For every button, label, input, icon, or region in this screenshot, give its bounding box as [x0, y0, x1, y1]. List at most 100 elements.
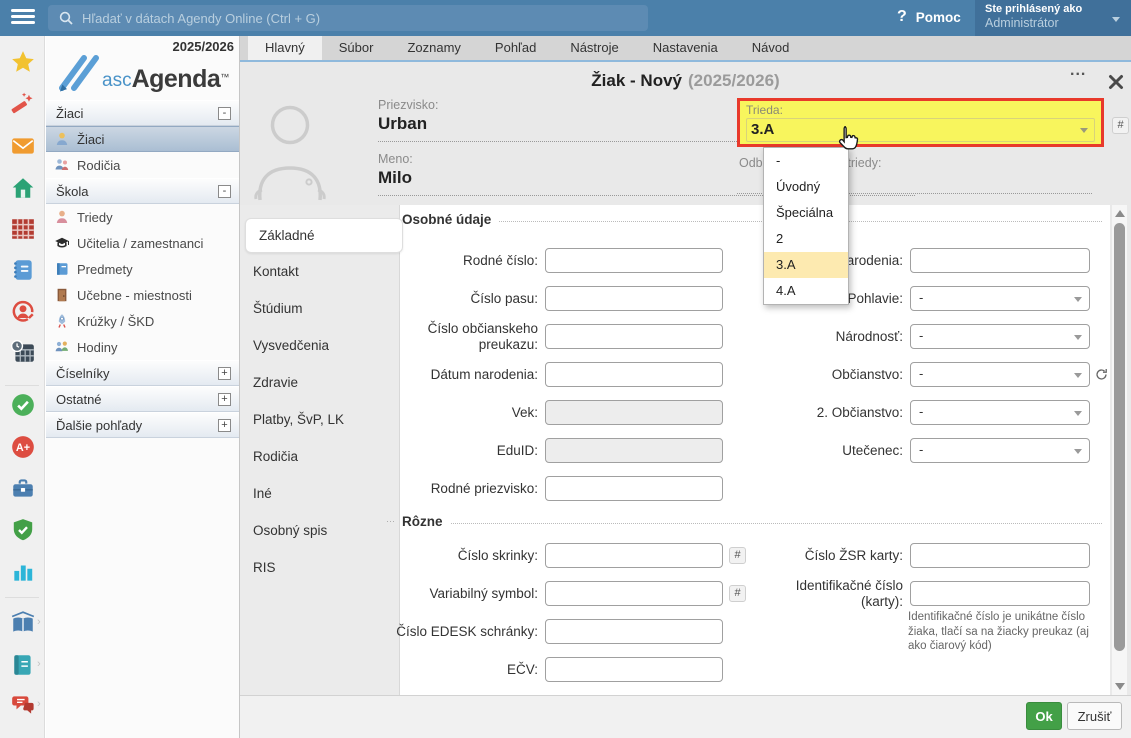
calendar-clock-icon[interactable] — [10, 339, 36, 365]
dropdown-option[interactable]: Úvodný — [764, 174, 848, 200]
messages-icon[interactable] — [10, 133, 36, 159]
wizard-icon[interactable] — [10, 91, 36, 117]
collapse-toggle-icon[interactable]: - — [218, 185, 231, 198]
journal-icon[interactable] — [10, 257, 36, 283]
dropdown-option[interactable]: 4.A — [764, 278, 848, 304]
expand-toggle-icon[interactable]: + — [218, 419, 231, 432]
dropdown-option-selected[interactable]: 3.A — [764, 252, 848, 278]
cancel-button[interactable]: Zrušiť — [1067, 702, 1122, 730]
cislo-zsr-karty-input[interactable] — [910, 543, 1090, 568]
communication-icon[interactable] — [10, 692, 36, 718]
menu-tab-nastavenia[interactable]: Nastavenia — [636, 36, 735, 60]
hash-badge[interactable]: # — [729, 585, 746, 602]
close-icon[interactable] — [1108, 74, 1124, 90]
grades-icon[interactable]: A+ — [10, 434, 36, 460]
rodne-cislo-input[interactable] — [545, 248, 723, 273]
narodnost-select[interactable]: - — [910, 324, 1090, 349]
datum-narodenia-input[interactable] — [545, 362, 723, 387]
dialog-title: Žiak - Nový(2025/2026) — [240, 71, 1131, 91]
dropdown-option[interactable]: Špeciálna — [764, 200, 848, 226]
menu-tab-nastroje[interactable]: Nástroje — [553, 36, 635, 60]
sidebar-item-ziaci[interactable]: Žiaci — [46, 126, 239, 152]
tab-rodicia[interactable]: Rodičia — [240, 438, 400, 475]
ecv-input[interactable] — [545, 657, 723, 682]
statistics-icon[interactable] — [10, 559, 36, 585]
sidebar-item-hodiny[interactable]: Hodiny — [46, 334, 239, 360]
hamburger-menu-icon[interactable] — [11, 9, 35, 27]
scrollbar-thumb[interactable] — [1114, 223, 1125, 651]
help-icon: ? — [897, 8, 907, 26]
nav-group-ciselniky[interactable]: Číselníky + — [46, 360, 239, 386]
hash-badge[interactable]: # — [729, 547, 746, 564]
dialog-more-button[interactable]: ... — [1070, 62, 1086, 80]
dropdown-option[interactable]: 2 — [764, 226, 848, 252]
trieda-hash-badge[interactable]: # — [1112, 117, 1129, 134]
identifikacne-cislo-input[interactable] — [910, 581, 1090, 606]
cislo-edesk-input[interactable] — [545, 619, 723, 644]
sidebar-item-predmety[interactable]: Predmety — [46, 256, 239, 282]
content-scrollbar[interactable] — [1112, 205, 1127, 695]
sidebar-item-ucebne[interactable]: Učebne - miestnosti — [46, 282, 239, 308]
trieda-field-highlighted[interactable]: Trieda: 3.A — [737, 98, 1104, 147]
miesto-narodenia-input[interactable] — [910, 248, 1090, 273]
pohlavie-select[interactable]: - — [910, 286, 1090, 311]
top-bar: ? Pomoc Ste prihlásený ako Administrátor — [0, 0, 1131, 36]
sidebar-item-ucitelia[interactable]: Učitelia / zamestnanci — [46, 230, 239, 256]
help-button[interactable]: ? Pomoc — [897, 8, 961, 26]
favorites-icon[interactable] — [10, 49, 36, 75]
utecenec-select[interactable]: - — [910, 438, 1090, 463]
rodne-priezvisko-input[interactable] — [545, 476, 723, 501]
tab-vysvedcenia[interactable]: Vysvedčenia — [240, 327, 400, 364]
tab-ris[interactable]: RIS — [240, 549, 400, 586]
expand-toggle-icon[interactable]: + — [218, 393, 231, 406]
nav-group-skola[interactable]: Škola - — [46, 178, 239, 204]
refresh-icon[interactable] — [1095, 368, 1108, 381]
nav-group-ostatne[interactable]: Ostatné + — [46, 386, 239, 412]
privacy-shield-icon[interactable] — [10, 517, 36, 543]
menu-tab-subor[interactable]: Súbor — [322, 36, 391, 60]
expand-toggle-icon[interactable]: + — [218, 367, 231, 380]
student-icon — [54, 131, 70, 147]
druhe-obcianstvo-select[interactable]: - — [910, 400, 1090, 425]
cislo-obcianskeho-input[interactable] — [545, 324, 723, 349]
tab-studium[interactable]: Štúdium — [240, 290, 400, 327]
tab-zakladne[interactable]: Základné — [245, 218, 403, 253]
tab-osobny-spis[interactable]: Osobný spis — [240, 512, 400, 549]
menu-tab-hlavny[interactable]: Hlavný — [248, 36, 322, 60]
menu-tab-zoznamy[interactable]: Zoznamy — [390, 36, 477, 60]
documents-icon[interactable] — [10, 652, 36, 678]
timetable-icon[interactable] — [10, 216, 36, 242]
trieda-label: Trieda: — [746, 103, 1095, 117]
cislo-pasu-input[interactable] — [545, 286, 723, 311]
chevron-right-icon: › — [37, 698, 41, 710]
library-icon[interactable] — [10, 610, 36, 636]
ok-button[interactable]: Ok — [1026, 702, 1062, 730]
nav-group-dalsie-pohlady[interactable]: Ďalšie pohľady + — [46, 412, 239, 438]
sidebar-item-kruzky[interactable]: Krúžky / ŠKD — [46, 308, 239, 334]
approvals-icon[interactable] — [10, 392, 36, 418]
collapse-toggle-icon[interactable]: - — [218, 107, 231, 120]
home-icon[interactable] — [10, 175, 36, 201]
trieda-select[interactable]: 3.A — [746, 118, 1095, 142]
sidebar-item-triedy[interactable]: Triedy — [46, 204, 239, 230]
nav-group-ziaci[interactable]: Žiaci - — [46, 100, 239, 126]
search-input[interactable] — [48, 5, 648, 31]
menu-tab-navod[interactable]: Návod — [735, 36, 807, 60]
tab-kontakt[interactable]: Kontakt — [240, 253, 400, 290]
tab-zdravie[interactable]: Zdravie — [240, 364, 400, 401]
menu-tab-pohlad[interactable]: Pohľad — [478, 36, 553, 60]
tab-ine[interactable]: Iné — [240, 475, 400, 512]
chevron-down-icon — [1112, 17, 1120, 26]
tab-platby[interactable]: Platby, ŠvP, LK — [240, 401, 400, 438]
cislo-skrinky-input[interactable] — [545, 543, 723, 568]
absence-icon[interactable] — [10, 298, 36, 324]
scroll-up-icon[interactable] — [1115, 210, 1125, 217]
scroll-down-icon[interactable] — [1115, 683, 1125, 690]
dropdown-option[interactable]: - — [764, 148, 848, 174]
obcianstvo-select[interactable]: - — [910, 362, 1090, 387]
agenda-case-icon[interactable] — [10, 475, 36, 501]
osobne-left-column: Rodné číslo: Číslo pasu: Číslo občianske… — [390, 248, 723, 514]
variabilny-symbol-input[interactable] — [545, 581, 723, 606]
logged-in-user-dropdown[interactable]: Ste prihlásený ako Administrátor — [975, 0, 1131, 36]
sidebar-item-rodicia[interactable]: Rodičia — [46, 152, 239, 178]
